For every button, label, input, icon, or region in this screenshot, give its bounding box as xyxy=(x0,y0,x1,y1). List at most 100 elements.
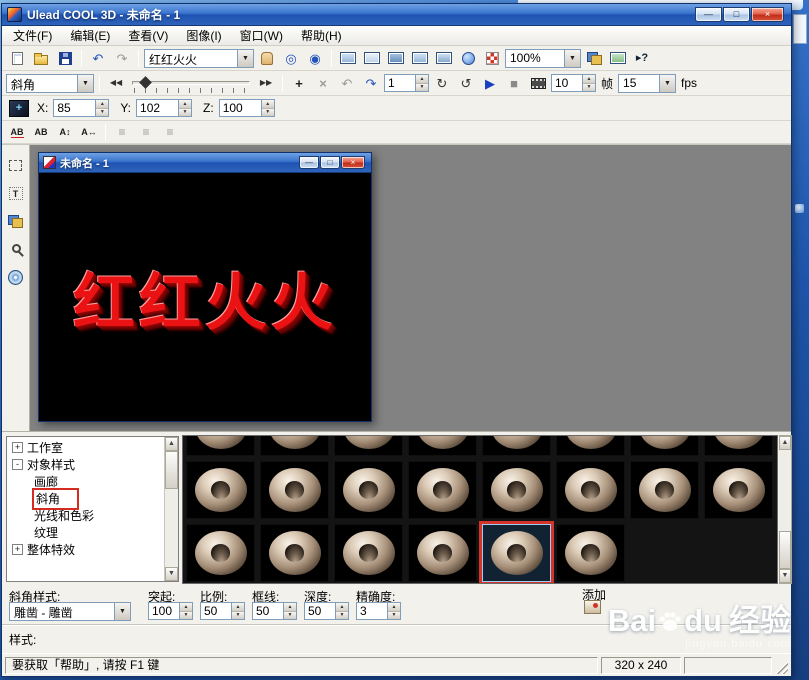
spinner-down-icon[interactable]: ▼ xyxy=(336,611,348,619)
spinner-up-icon[interactable]: ▲ xyxy=(336,603,348,612)
gallery-thumbnail[interactable] xyxy=(408,524,477,582)
chevron-down-icon[interactable]: ▼ xyxy=(77,74,93,92)
gallery-thumbnail[interactable] xyxy=(630,461,699,519)
add-style-icon[interactable] xyxy=(584,600,601,614)
loop-playback-icon[interactable]: ↻ xyxy=(431,73,453,93)
attribute-combo[interactable]: 斜角 ▼ xyxy=(6,73,94,93)
scale-spinner[interactable]: 50 ▲ ▼ xyxy=(200,602,245,620)
y-spinner[interactable]: 102 ▲ ▼ xyxy=(136,99,193,117)
gallery-thumbnail[interactable] xyxy=(408,436,477,456)
tree-item-texture[interactable]: 纹理 xyxy=(7,524,164,541)
border-value[interactable]: 50 xyxy=(253,603,283,619)
previous-keyframe-icon[interactable]: ↶ xyxy=(336,73,358,93)
menu-image[interactable]: 图像(I) xyxy=(177,25,230,46)
new-document-icon[interactable] xyxy=(6,48,28,68)
texture-render-icon[interactable] xyxy=(481,48,503,68)
spinner-up-icon[interactable]: ▲ xyxy=(261,100,274,109)
doc-maximize-button[interactable]: □ xyxy=(320,156,340,169)
y-value[interactable]: 102 xyxy=(137,100,178,116)
align-right-icon[interactable]: ≡ xyxy=(159,122,181,142)
bevel-style-combo[interactable]: 雕凿 - 雕凿 ▼ xyxy=(9,602,131,621)
kerning-icon[interactable]: A↔ xyxy=(78,122,100,142)
tree-item-studio[interactable]: + 工作室 xyxy=(7,439,164,456)
object-manager-icon[interactable] xyxy=(583,48,605,68)
next-keyframe-icon[interactable]: ↷ xyxy=(360,73,382,93)
redo-icon[interactable]: ↷ xyxy=(111,48,133,68)
menu-edit[interactable]: 编辑(E) xyxy=(61,25,119,46)
depth-value[interactable]: 50 xyxy=(305,603,335,619)
open-file-icon[interactable] xyxy=(30,48,52,68)
speed-value[interactable]: 10 xyxy=(552,75,582,91)
border-spinner[interactable]: 50 ▲ ▼ xyxy=(252,602,297,620)
first-frame-icon[interactable]: ◀◀ xyxy=(105,73,127,93)
frame-spinner[interactable]: 1 ▲ ▼ xyxy=(384,74,429,92)
web-globe-icon[interactable] xyxy=(457,48,479,68)
tree-expander-icon[interactable]: + xyxy=(12,544,23,555)
total-frames-combo[interactable]: 15 ▼ xyxy=(618,73,677,93)
window-mode-1-icon[interactable] xyxy=(337,48,359,68)
title-bar[interactable]: Ulead COOL 3D - 未命名 - 1 — □ × xyxy=(2,4,791,26)
depth-spinner[interactable]: 50 ▲ ▼ xyxy=(304,602,349,620)
render-canvas[interactable]: 红红火火 xyxy=(39,173,371,421)
timeline-slider[interactable] xyxy=(132,74,250,93)
last-frame-icon[interactable]: ▶▶ xyxy=(255,73,277,93)
window-mode-3-icon[interactable] xyxy=(385,48,407,68)
gallery-thumbnail[interactable] xyxy=(334,461,403,519)
precision-spinner[interactable]: 3 ▲ ▼ xyxy=(356,602,401,620)
gallery-thumbnail[interactable] xyxy=(704,461,773,519)
media-disc-icon[interactable] xyxy=(5,267,27,288)
line-spacing-icon[interactable]: A↕ xyxy=(54,122,76,142)
tree-item-light-color[interactable]: 光线和色彩 xyxy=(7,507,164,524)
menu-view[interactable]: 查看(V) xyxy=(119,25,177,46)
spinner-up-icon[interactable]: ▲ xyxy=(180,603,192,612)
edit-text-icon[interactable]: AB xyxy=(30,122,52,142)
edit-object-icon[interactable] xyxy=(5,155,27,176)
extrusion-value[interactable]: 100 xyxy=(149,603,179,619)
export-video-icon[interactable] xyxy=(527,73,549,93)
move-object-icon[interactable]: + xyxy=(6,98,32,118)
window-mode-5-icon[interactable] xyxy=(433,48,455,68)
spinner-down-icon[interactable]: ▼ xyxy=(96,108,109,116)
chevron-down-icon[interactable]: ▼ xyxy=(564,49,580,67)
3d-text-object[interactable]: 红红火火 xyxy=(73,252,337,342)
menu-window[interactable]: 窗口(W) xyxy=(231,25,292,46)
reverse-playback-icon[interactable]: ↺ xyxy=(455,73,477,93)
target-view-icon[interactable]: ◉ xyxy=(304,48,326,68)
delete-keyframe-icon[interactable]: × xyxy=(312,73,334,93)
gallery-thumbnail[interactable] xyxy=(186,436,255,456)
gallery-thumbnail[interactable] xyxy=(482,461,551,519)
chevron-down-icon[interactable]: ▼ xyxy=(237,49,253,67)
spinner-up-icon[interactable]: ▲ xyxy=(232,603,244,612)
gallery-thumbnail[interactable] xyxy=(479,521,554,583)
document-title-bar[interactable]: 未命名 - 1 — □ × xyxy=(39,153,371,173)
gallery-thumbnail[interactable] xyxy=(334,436,403,456)
x-spinner[interactable]: 85 ▲ ▼ xyxy=(53,99,110,117)
save-icon[interactable] xyxy=(54,48,76,68)
close-button[interactable]: × xyxy=(751,7,784,22)
spinner-down-icon[interactable]: ▼ xyxy=(388,611,400,619)
scroll-up-icon[interactable]: ▲ xyxy=(165,437,178,451)
spinner-down-icon[interactable]: ▼ xyxy=(180,611,192,619)
chevron-down-icon[interactable]: ▼ xyxy=(659,74,676,92)
browse-thumbnails-icon[interactable] xyxy=(607,48,629,68)
extrusion-spinner[interactable]: 100 ▲ ▼ xyxy=(148,602,193,620)
gallery-thumbnail[interactable] xyxy=(186,524,255,582)
spinner-up-icon[interactable]: ▲ xyxy=(179,100,192,109)
gallery-thumbnail[interactable] xyxy=(556,436,625,456)
scale-value[interactable]: 50 xyxy=(201,603,231,619)
insert-graphics-icon[interactable] xyxy=(5,211,27,232)
play-icon[interactable]: ▶ xyxy=(479,73,501,93)
context-help-icon[interactable]: ▸? xyxy=(631,48,653,68)
spinner-up-icon[interactable]: ▲ xyxy=(583,75,595,84)
z-value[interactable]: 100 xyxy=(220,100,261,116)
scrollbar-thumb[interactable] xyxy=(779,531,791,569)
chevron-down-icon[interactable]: ▼ xyxy=(114,603,130,620)
spinner-down-icon[interactable]: ▼ xyxy=(179,108,192,116)
scrollbar-thumb[interactable] xyxy=(165,451,178,489)
window-mode-4-icon[interactable] xyxy=(409,48,431,68)
gallery-thumbnail[interactable] xyxy=(260,524,329,582)
gallery-thumbnail[interactable] xyxy=(630,436,699,456)
gallery-thumbnail[interactable] xyxy=(186,461,255,519)
zoom-combo[interactable]: 100% ▼ xyxy=(505,48,581,68)
zoom-tool-icon[interactable] xyxy=(5,239,27,260)
